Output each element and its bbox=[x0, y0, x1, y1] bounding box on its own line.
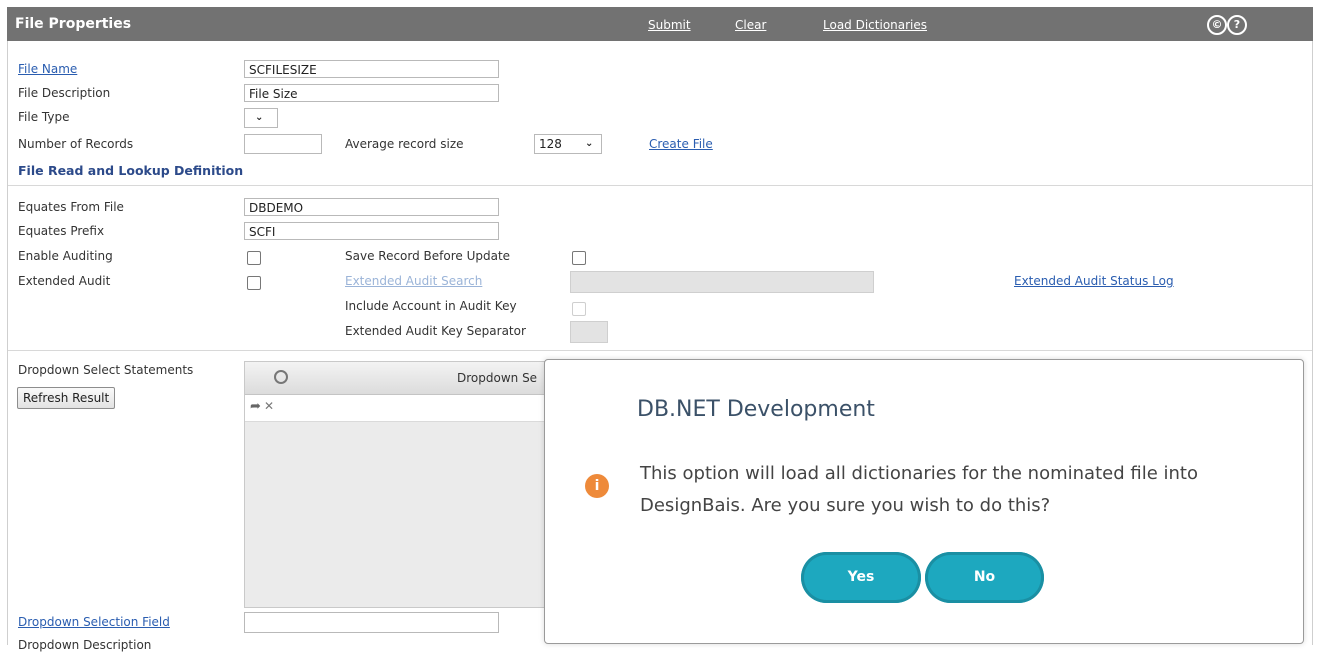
extended-audit-search-link[interactable]: Extended Audit Search bbox=[345, 274, 482, 288]
dialog-title: DB.NET Development bbox=[637, 397, 875, 422]
file-type-select[interactable]: ⌄ bbox=[244, 108, 278, 128]
number-of-records-label: Number of Records bbox=[18, 137, 134, 151]
help-icon[interactable]: ? bbox=[1227, 15, 1247, 35]
refresh-result-button[interactable]: Refresh Result bbox=[17, 387, 116, 409]
chevron-down-icon: ⌄ bbox=[255, 112, 264, 123]
copyright-icon[interactable]: © bbox=[1207, 15, 1227, 35]
include-account-checkbox[interactable] bbox=[572, 302, 586, 316]
file-description-label: File Description bbox=[18, 86, 111, 100]
redo-arrow-icon[interactable]: ➦ bbox=[250, 399, 261, 414]
file-type-label: File Type bbox=[18, 110, 70, 124]
extended-audit-search-field[interactable] bbox=[570, 271, 874, 293]
dialog-message: This option will load all dictionaries f… bbox=[640, 463, 1198, 516]
save-record-before-update-label: Save Record Before Update bbox=[345, 249, 511, 263]
delete-x-icon[interactable]: ✕ bbox=[264, 399, 274, 413]
table-row[interactable]: ➦ ✕ bbox=[245, 395, 545, 422]
save-record-before-update-checkbox[interactable] bbox=[572, 251, 586, 265]
audit-key-separator-field[interactable] bbox=[570, 321, 608, 343]
grid-header: Dropdown Se bbox=[245, 362, 545, 395]
section-title: File Read and Lookup Definition bbox=[18, 163, 244, 178]
file-description-field[interactable]: File Size bbox=[244, 84, 499, 102]
page-header: File Properties Submit Clear Load Dictio… bbox=[7, 7, 1313, 41]
include-account-label: Include Account in Audit Key bbox=[345, 299, 517, 313]
submit-link[interactable]: Submit bbox=[648, 18, 691, 32]
page-title: File Properties bbox=[15, 16, 132, 32]
audit-key-separator-label: Extended Audit Key Separator bbox=[345, 324, 526, 338]
equates-from-file-field[interactable]: DBDEMO bbox=[244, 198, 499, 216]
file-name-field[interactable]: SCFILESIZE bbox=[244, 60, 499, 78]
file-name-label[interactable]: File Name bbox=[18, 62, 77, 76]
clear-link[interactable]: Clear bbox=[735, 18, 766, 32]
divider bbox=[8, 185, 1312, 186]
extended-audit-label: Extended Audit bbox=[18, 274, 111, 288]
chevron-down-icon: ⌄ bbox=[585, 138, 594, 149]
number-of-records-field[interactable] bbox=[244, 134, 322, 154]
equates-prefix-label: Equates Prefix bbox=[18, 224, 105, 238]
enable-auditing-label: Enable Auditing bbox=[18, 249, 113, 263]
no-button[interactable]: No bbox=[925, 552, 1044, 603]
load-dictionaries-link[interactable]: Load Dictionaries bbox=[823, 18, 927, 32]
dropdown-selection-field-input[interactable] bbox=[244, 612, 499, 633]
equates-from-file-label: Equates From File bbox=[18, 200, 124, 214]
dropdown-description-label: Dropdown Description bbox=[18, 638, 152, 652]
settings-icon[interactable] bbox=[274, 370, 288, 384]
extended-audit-status-log-link[interactable]: Extended Audit Status Log bbox=[1014, 274, 1174, 288]
equates-prefix-field[interactable]: SCFI bbox=[244, 222, 499, 240]
dropdown-statements-grid: Dropdown Se ➦ ✕ bbox=[244, 361, 546, 608]
info-icon: i bbox=[585, 474, 609, 498]
extended-audit-checkbox[interactable] bbox=[247, 276, 261, 290]
grid-column-header[interactable]: Dropdown Se bbox=[457, 371, 537, 385]
confirm-dialog: DB.NET Development i This option will lo… bbox=[544, 359, 1304, 644]
average-record-size-label: Average record size bbox=[345, 137, 464, 151]
yes-button[interactable]: Yes bbox=[801, 552, 921, 603]
enable-auditing-checkbox[interactable] bbox=[247, 251, 261, 265]
average-record-size-value: 128 bbox=[539, 137, 562, 151]
average-record-size-select[interactable]: 128 ⌄ bbox=[534, 134, 602, 154]
create-file-link[interactable]: Create File bbox=[649, 137, 713, 151]
divider bbox=[8, 350, 1312, 351]
dropdown-selection-field-label[interactable]: Dropdown Selection Field bbox=[18, 615, 170, 629]
dropdown-select-statements-label: Dropdown Select Statements bbox=[18, 363, 194, 377]
